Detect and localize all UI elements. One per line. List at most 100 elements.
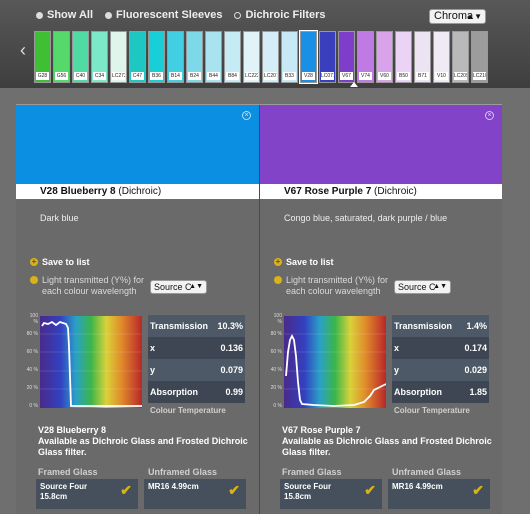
filter-radio-group: Show All Fluorescent Sleeves Dichroic Fi…	[36, 9, 326, 21]
save-label: Save to list	[42, 257, 90, 267]
stats-table: Transmission 10.3% x 0.136 y 0.079 Absor…	[148, 315, 245, 415]
swatch-b50[interactable]: B50	[395, 31, 412, 83]
radio-icon	[105, 11, 113, 19]
y-tick: 0 %	[29, 403, 38, 409]
filter-label: Fluorescent Sleeves	[116, 9, 223, 21]
save-to-list-button[interactable]: + Save to list	[274, 257, 334, 267]
swatch-b33[interactable]: B33	[281, 31, 298, 83]
filter-label: Dichroic Filters	[245, 9, 326, 21]
source-select[interactable]: Source C ▲▼	[394, 280, 451, 294]
swatch-strip: G28 G56 C40 C34 LC272 C47 B36 B14 B24 B44 B84 LC222…	[34, 30, 488, 84]
check-icon: ✔	[472, 482, 484, 498]
glass-options: Source Four 15.8cm ✔ MR16 4.99cm ✔	[280, 479, 490, 509]
filter-name: V28 Blueberry 8	[40, 186, 116, 197]
swatch-lc207[interactable]: LC207	[262, 31, 279, 83]
swatch-v60[interactable]: V60	[376, 31, 393, 83]
filter-dichroic-filters[interactable]: Dichroic Filters	[234, 9, 326, 21]
swatch-v28[interactable]: V28	[299, 30, 318, 84]
y-tick: 40 %	[26, 367, 38, 373]
swatch-code: LC207	[264, 72, 277, 80]
availability-name: V28 Blueberry 8	[38, 425, 107, 435]
swatch-c34[interactable]: C34	[91, 31, 108, 83]
filter-panel: × V67 Rose Purple 7 (Dichroic) Congo blu…	[259, 105, 502, 514]
swatch-c40[interactable]: C40	[72, 31, 89, 83]
swatch-code: B14	[169, 72, 182, 80]
radio-icon	[234, 11, 242, 19]
light-text: Light transmitted (Y%) for each colour w…	[286, 275, 389, 296]
source-select[interactable]: Source C ▲▼	[150, 280, 207, 294]
swatch-code: B44	[207, 72, 220, 80]
swatch-g28[interactable]: G28	[34, 31, 51, 83]
swatch-code: LC210	[473, 72, 486, 80]
source-select-value: Source C	[154, 282, 192, 292]
stat-label: y	[150, 365, 156, 375]
panel-body: Dark blue + Save to list Light transmitt…	[16, 199, 259, 514]
filter-type: (Dichroic)	[118, 186, 162, 197]
swatch-lc071[interactable]: LC071	[319, 31, 336, 83]
swatch-v74[interactable]: V74	[357, 31, 374, 83]
swatch-v67[interactable]: V67	[338, 31, 355, 83]
swatch-code: B24	[188, 72, 201, 80]
stat-x: x 0.174	[392, 337, 489, 359]
y-tick: 60 %	[26, 349, 38, 355]
close-icon[interactable]: ×	[242, 111, 251, 120]
unframed-glass-label: Unframed Glass	[392, 467, 462, 477]
filter-show-all[interactable]: Show All	[36, 9, 93, 21]
swatch-b44[interactable]: B44	[205, 31, 222, 83]
filter-fluorescent-sleeves[interactable]: Fluorescent Sleeves	[105, 9, 222, 21]
unframed-glass-option[interactable]: MR16 4.99cm ✔	[144, 479, 246, 509]
unframed-glass-option[interactable]: MR16 4.99cm ✔	[388, 479, 490, 509]
swatch-code: V67	[340, 72, 353, 80]
swatch-code: B84	[226, 72, 239, 80]
save-to-list-button[interactable]: + Save to list	[30, 257, 90, 267]
swatch-b36[interactable]: B36	[148, 31, 165, 83]
framed-glass-option[interactable]: Source Four 15.8cm ✔	[36, 479, 138, 509]
swatch-code: LC222	[245, 72, 258, 80]
comparison-area: × V28 Blueberry 8 (Dichroic) Dark blue +…	[16, 104, 502, 514]
updown-arrow-icon: ▲▼	[189, 283, 203, 290]
swatch-b14[interactable]: B14	[167, 31, 184, 83]
stat-value: 0.174	[464, 343, 487, 353]
swatch-lc222[interactable]: LC222	[243, 31, 260, 83]
swatch-lc210[interactable]: LC210	[471, 31, 488, 83]
swatch-b71[interactable]: B71	[414, 31, 431, 83]
swatch-lc272[interactable]: LC272	[110, 31, 127, 83]
y-tick: 100 %	[273, 313, 282, 325]
stat-transmission: Transmission 10.3%	[148, 315, 245, 337]
selected-swatch-indicator	[350, 82, 358, 87]
swatch-code: B50	[397, 72, 410, 80]
transmission-graph: 100 % 80 % 60 % 40 % 20 % 0 %	[24, 313, 144, 417]
sort-select[interactable]: Chroma ▲▼	[429, 9, 486, 24]
framed-glass-option[interactable]: Source Four 15.8cm ✔	[280, 479, 382, 509]
swatch-code: B33	[283, 72, 296, 80]
swatch-v10[interactable]: V10	[433, 31, 450, 83]
swatch-code: V28	[302, 72, 315, 80]
glass-headers: Framed Glass Unframed Glass	[38, 467, 248, 477]
updown-arrow-icon: ▲▼	[433, 283, 447, 290]
chevron-left-icon[interactable]: ‹	[20, 40, 26, 61]
swatch-lc209[interactable]: LC209	[452, 31, 469, 83]
swatch-b24[interactable]: B24	[186, 31, 203, 83]
swatch-code: V74	[359, 72, 372, 80]
stat-transmission: Transmission 1.4%	[392, 315, 489, 337]
colour-preview: ×	[16, 105, 259, 184]
y-tick: 80 %	[26, 331, 38, 337]
stat-label: Absorption	[150, 387, 198, 397]
stat-absorption: Absorption 0.99	[148, 381, 245, 403]
swatch-code: V60	[378, 72, 391, 80]
light-transmitted-label: Light transmitted (Y%) for each colour w…	[30, 275, 150, 297]
y-tick: 20 %	[270, 385, 282, 391]
y-tick: 40 %	[270, 367, 282, 373]
swatch-b84[interactable]: B84	[224, 31, 241, 83]
radio-icon	[36, 11, 43, 19]
swatch-c47[interactable]: C47	[129, 31, 146, 83]
info-icon	[274, 276, 282, 284]
availability-desc: Available as Dichroic Glass and Frosted …	[38, 436, 248, 457]
swatch-code: LC071	[321, 72, 334, 80]
close-icon[interactable]: ×	[485, 111, 494, 120]
stat-absorption: Absorption 1.85	[392, 381, 489, 403]
stat-value: 0.99	[225, 387, 243, 397]
filter-label: Show All	[47, 9, 94, 21]
stat-value: 1.4%	[466, 321, 487, 331]
swatch-g56[interactable]: G56	[53, 31, 70, 83]
